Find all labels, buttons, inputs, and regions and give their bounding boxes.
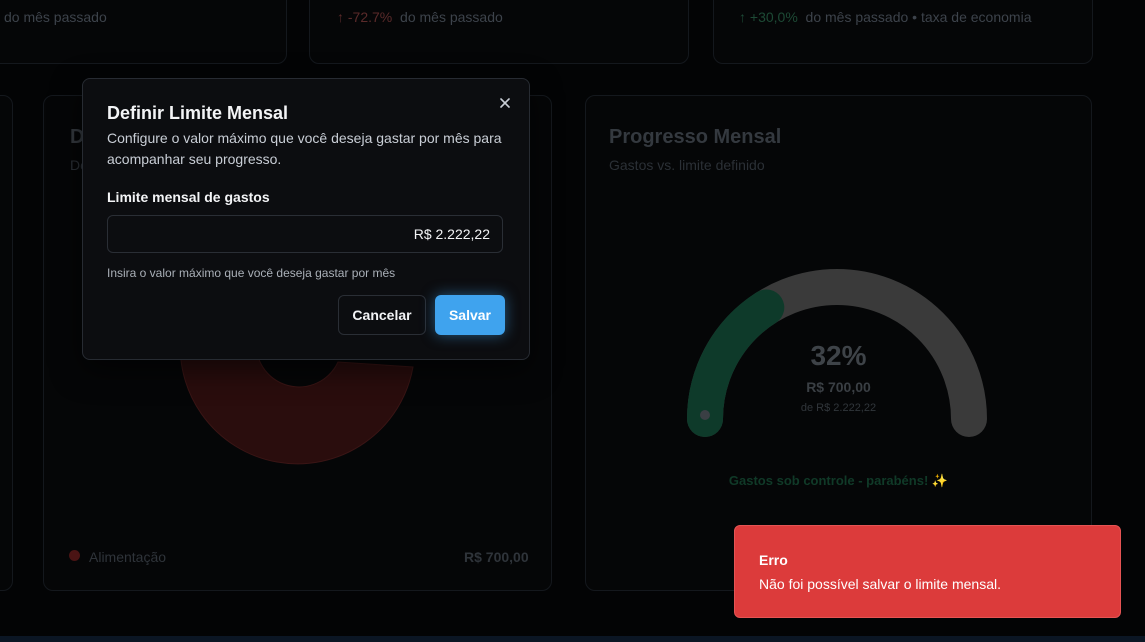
stat-card: ↑ +30,0% do mês passado • taxa de econom… [713, 0, 1093, 64]
legend-label: Alimentação [89, 549, 167, 565]
progress-spent: R$ 700,00 [806, 379, 871, 395]
progress-limit: de R$ 2.222,22 [800, 402, 877, 414]
stat-change: ↑ -72.7% [337, 9, 393, 25]
dialog-description: Configure o valor máximo que você deseja… [107, 130, 502, 167]
stat-card: do mês passado [0, 0, 287, 64]
save-button[interactable]: Salvar [435, 295, 505, 335]
stat-card: ↑ -72.7% do mês passado [309, 0, 689, 64]
side-card [0, 95, 13, 591]
limit-input[interactable] [107, 215, 503, 253]
toast-title: Erro [759, 552, 788, 568]
stat-change: ↑ +30,0% [739, 9, 798, 25]
toast-message: Não foi possível salvar o limite mensal. [759, 576, 1001, 592]
progress-status: Gastos sob controle - parabéns! ✨ [728, 473, 949, 488]
error-toast[interactable]: Erro Não foi possível salvar o limite me… [734, 525, 1121, 618]
limit-help-text: Insira o valor máximo que você deseja ga… [107, 266, 396, 280]
progress-card: Progresso Mensal Gastos vs. limite defin… [585, 95, 1092, 591]
stat-text: ↑ +30,0% do mês passado • taxa de econom… [739, 9, 1032, 25]
legend-value: R$ 700,00 [464, 549, 529, 565]
dialog-title: Definir Limite Mensal [107, 103, 289, 123]
close-icon[interactable] [497, 95, 513, 111]
legend-dot [69, 550, 80, 561]
limit-field-label: Limite mensal de gastos [107, 189, 270, 205]
progress-percent: 32% [810, 340, 867, 371]
stat-text: ↑ -72.7% do mês passado [337, 9, 503, 25]
cancel-button[interactable]: Cancelar [338, 295, 426, 335]
stat-text: do mês passado [4, 9, 107, 25]
set-limit-dialog: Definir Limite Mensal Configure o valor … [82, 78, 530, 360]
bottom-bar [0, 636, 1145, 642]
